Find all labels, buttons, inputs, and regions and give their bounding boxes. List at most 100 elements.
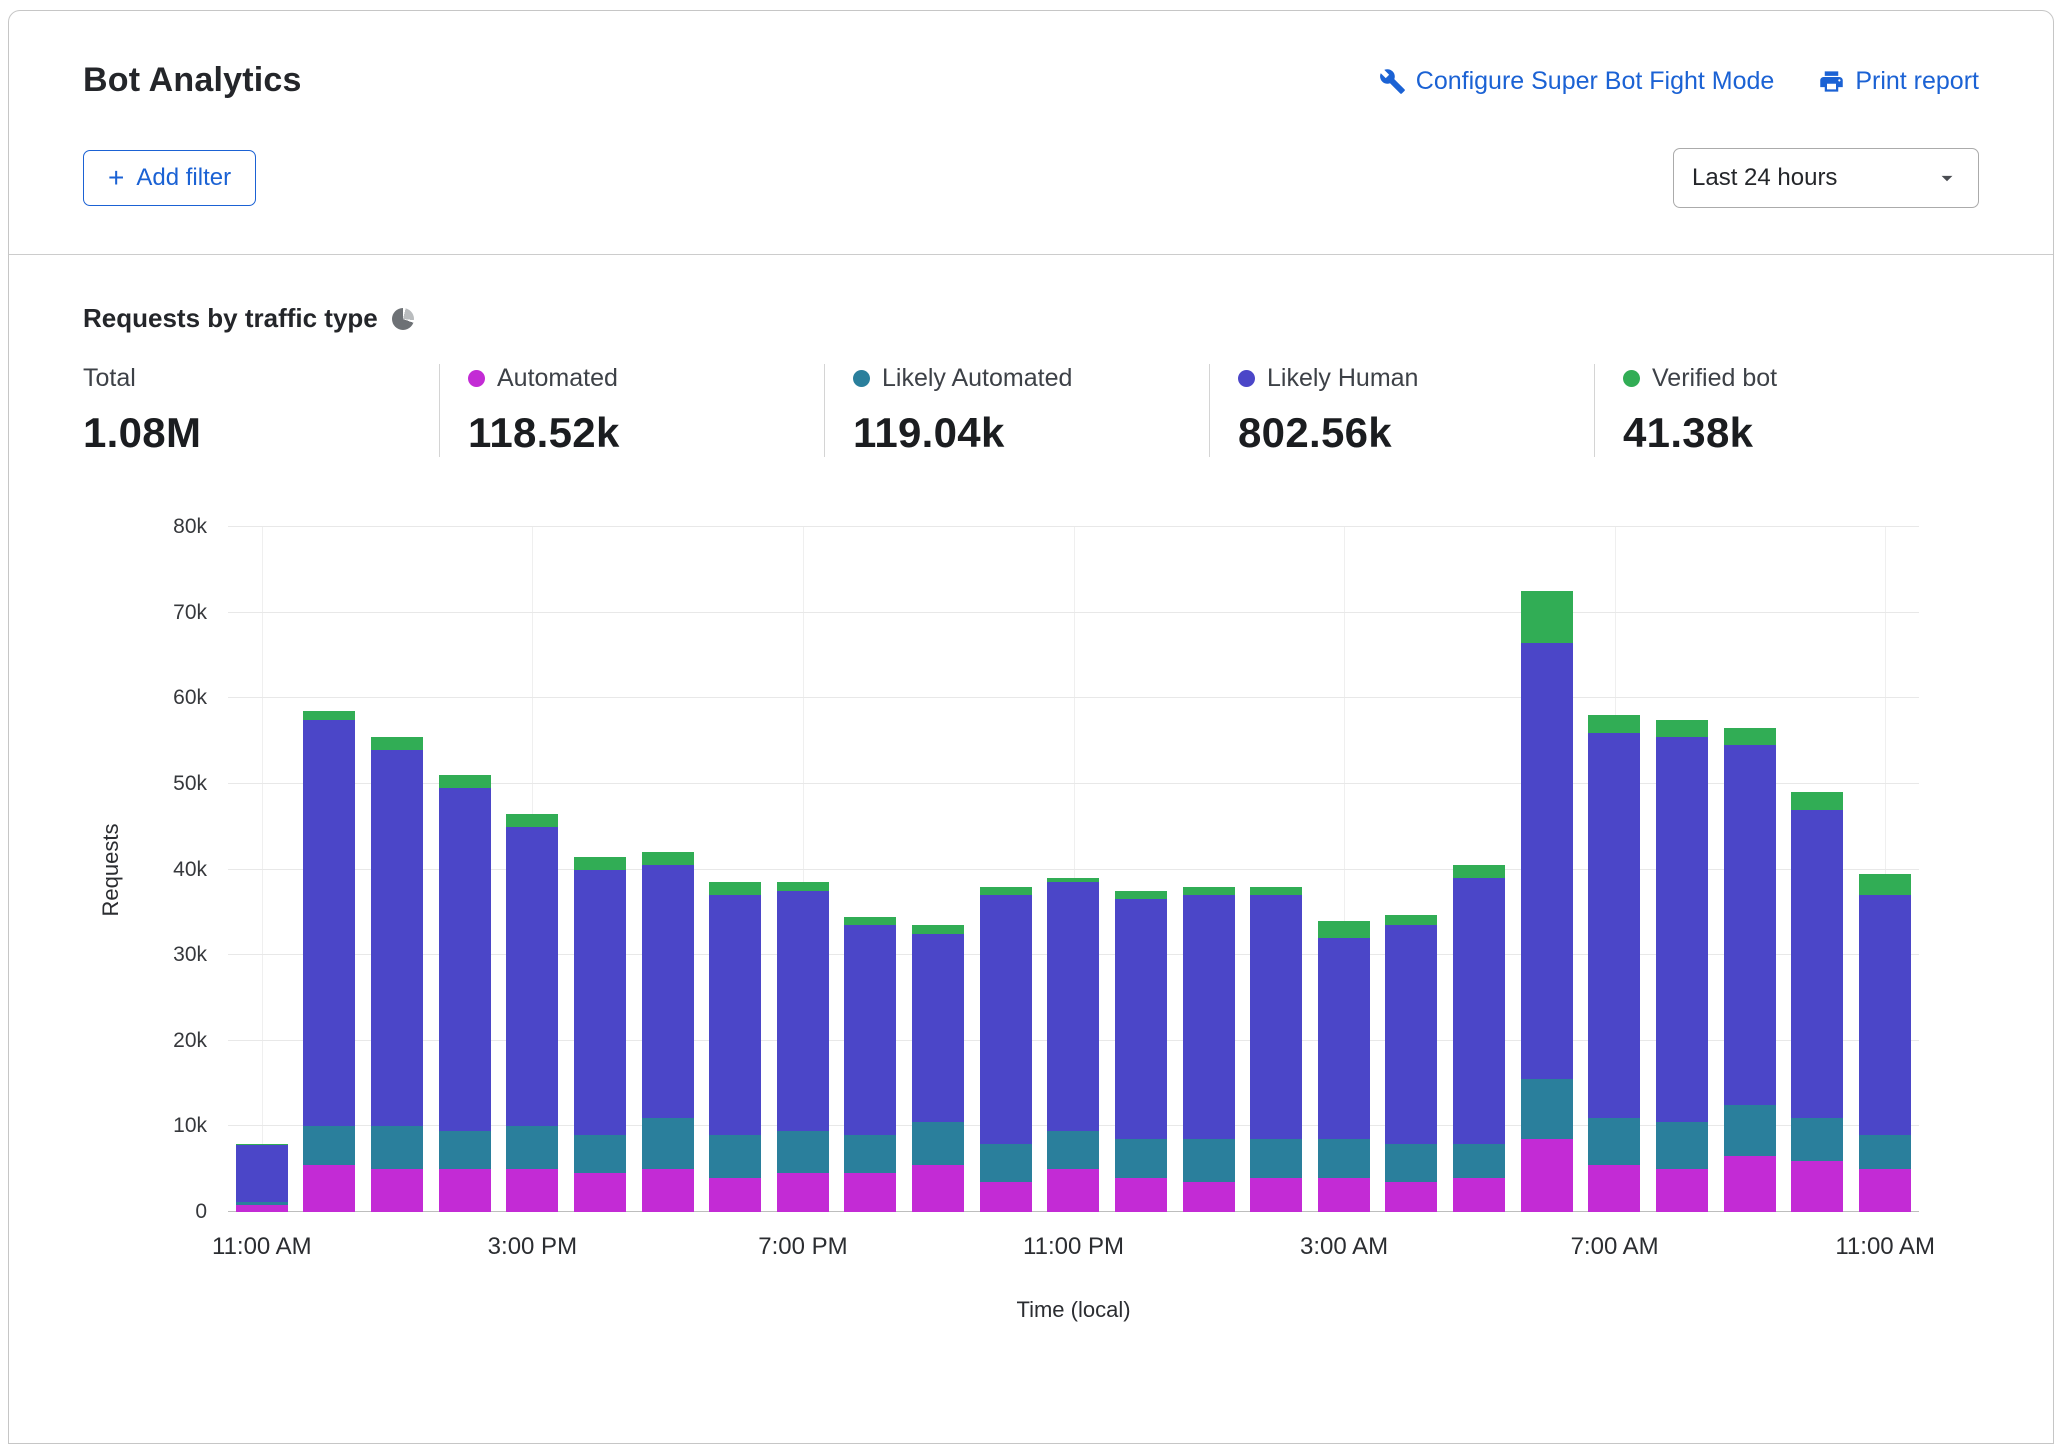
bar-2-00-pm[interactable]: [439, 527, 491, 1212]
bar-5-00-am[interactable]: [1453, 527, 1505, 1212]
bar-segment-automated: [303, 1165, 355, 1212]
bar-segment-verified-bot: [1115, 891, 1167, 900]
bar-segment-verified-bot: [980, 887, 1032, 896]
bar-segment-automated: [1791, 1161, 1843, 1212]
bar-5-00-pm[interactable]: [642, 527, 694, 1212]
bar-segment-likely-automated: [642, 1118, 694, 1169]
x-tick-label: 7:00 AM: [1571, 1233, 1659, 1261]
bar-segment-likely-human: [1318, 938, 1370, 1139]
bar-segment-verified-bot: [1521, 591, 1573, 642]
bar-segment-likely-human: [1588, 733, 1640, 1118]
bar-segment-verified-bot: [1791, 792, 1843, 809]
bar-segment-verified-bot: [1183, 887, 1235, 896]
x-tick-label: 3:00 PM: [488, 1233, 577, 1261]
bar-1-00-pm[interactable]: [371, 527, 423, 1212]
bar-segment-automated: [1588, 1165, 1640, 1212]
bar-segment-likely-human: [1859, 895, 1911, 1135]
bar-segment-automated: [574, 1173, 626, 1212]
bar-segment-likely-automated: [1859, 1135, 1911, 1169]
printer-icon: [1818, 68, 1845, 95]
bar-segment-likely-human: [506, 827, 558, 1127]
stat-likely-automated: Likely Automated 119.04k: [824, 364, 1209, 457]
bar-12-00-pm[interactable]: [303, 527, 355, 1212]
stat-verified-bot-value: 41.38k: [1623, 409, 1959, 457]
bar-segment-likely-human: [574, 870, 626, 1135]
bar-10-00-am[interactable]: [1791, 527, 1843, 1212]
bar-segment-verified-bot: [709, 882, 761, 895]
bar-9-00-am[interactable]: [1724, 527, 1776, 1212]
y-tick-label: 80k: [173, 515, 207, 539]
bar-segment-likely-human: [777, 891, 829, 1131]
bar-segment-likely-automated: [844, 1135, 896, 1174]
stat-verified-bot-label: Verified bot: [1652, 364, 1777, 393]
bar-segment-verified-bot: [303, 711, 355, 720]
bar-segment-likely-automated: [439, 1131, 491, 1170]
bar-segment-automated: [642, 1169, 694, 1212]
bar-segment-automated: [777, 1173, 829, 1212]
bar-11-00-am[interactable]: [236, 527, 288, 1212]
print-link-label: Print report: [1855, 67, 1979, 96]
add-filter-button[interactable]: + Add filter: [83, 150, 256, 206]
bar-4-00-pm[interactable]: [574, 527, 626, 1212]
y-tick-label: 70k: [173, 601, 207, 625]
bar-9-00-pm[interactable]: [912, 527, 964, 1212]
bar-6-00-am[interactable]: [1521, 527, 1573, 1212]
x-tick-label: 11:00 AM: [212, 1233, 312, 1261]
bar-segment-likely-human: [371, 750, 423, 1127]
bar-segment-automated: [980, 1182, 1032, 1212]
verified-bot-legend-dot: [1623, 370, 1640, 387]
y-axis-labels: 010k20k30k40k50k60k70k80k: [83, 527, 223, 1212]
page-title: Bot Analytics: [83, 61, 302, 100]
print-report-link[interactable]: Print report: [1818, 67, 1979, 96]
bar-4-00-am[interactable]: [1385, 527, 1437, 1212]
section-title: Requests by traffic type: [83, 303, 378, 334]
bar-segment-likely-automated: [574, 1135, 626, 1174]
bar-10-00-pm[interactable]: [980, 527, 1032, 1212]
configure-super-bot-fight-mode-link[interactable]: Configure Super Bot Fight Mode: [1379, 67, 1775, 96]
bar-segment-verified-bot: [912, 925, 964, 934]
bar-segment-likely-automated: [1791, 1118, 1843, 1161]
bar-3-00-pm[interactable]: [506, 527, 558, 1212]
chevron-down-icon: [1934, 165, 1960, 191]
time-range-value: Last 24 hours: [1692, 164, 1837, 192]
bar-segment-automated: [1250, 1178, 1302, 1212]
plus-icon: +: [108, 168, 124, 188]
time-range-select[interactable]: Last 24 hours: [1673, 148, 1979, 208]
bar-1-00-am[interactable]: [1183, 527, 1235, 1212]
bar-2-00-am[interactable]: [1250, 527, 1302, 1212]
bar-segment-automated: [844, 1173, 896, 1212]
likely-human-legend-dot: [1238, 370, 1255, 387]
configure-link-label: Configure Super Bot Fight Mode: [1416, 67, 1775, 96]
bar-3-00-am[interactable]: [1318, 527, 1370, 1212]
bar-6-00-pm[interactable]: [709, 527, 761, 1212]
bar-segment-automated: [371, 1169, 423, 1212]
bar-segment-verified-bot: [1656, 720, 1708, 737]
stat-total: Total 1.08M: [83, 364, 439, 457]
bar-8-00-pm[interactable]: [844, 527, 896, 1212]
bar-segment-likely-human: [303, 720, 355, 1127]
bar-segment-verified-bot: [1453, 865, 1505, 878]
bar-segment-verified-bot: [844, 917, 896, 926]
bar-segment-verified-bot: [1724, 728, 1776, 745]
bar-segment-verified-bot: [506, 814, 558, 827]
bar-11-00-am[interactable]: [1859, 527, 1911, 1212]
y-tick-label: 60k: [173, 686, 207, 710]
bar-7-00-pm[interactable]: [777, 527, 829, 1212]
bar-segment-likely-automated: [912, 1122, 964, 1165]
bar-7-00-am[interactable]: [1588, 527, 1640, 1212]
bar-segment-automated: [912, 1165, 964, 1212]
bar-segment-likely-automated: [1724, 1105, 1776, 1156]
bar-segment-verified-bot: [777, 882, 829, 891]
main-content: Requests by traffic type Total 1.08M Aut…: [9, 303, 2053, 1327]
pie-chart-icon[interactable]: [392, 308, 414, 330]
bar-12-00-am[interactable]: [1115, 527, 1167, 1212]
requests-by-traffic-type-chart: Requests 010k20k30k40k50k60k70k80k 11:00…: [83, 527, 1979, 1327]
bar-segment-verified-bot: [439, 775, 491, 788]
bar-segment-automated: [1318, 1178, 1370, 1212]
bar-segment-verified-bot: [642, 852, 694, 865]
bar-8-00-am[interactable]: [1656, 527, 1708, 1212]
bar-11-00-pm[interactable]: [1047, 527, 1099, 1212]
bar-segment-likely-human: [1453, 878, 1505, 1143]
bar-segment-likely-automated: [506, 1126, 558, 1169]
y-tick-label: 10k: [173, 1114, 207, 1138]
